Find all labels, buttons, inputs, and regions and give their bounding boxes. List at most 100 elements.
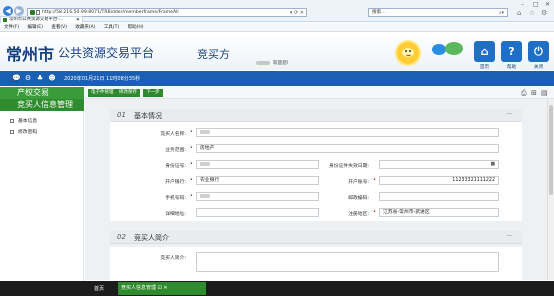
required-mark: • [190,130,193,135]
account-label: 开户账号: [348,180,369,185]
postcode-field[interactable] [379,192,499,201]
redacted-value [200,193,210,198]
region-value: 江苏省-常州市-武进区 [383,210,430,215]
section-number: 02 [117,233,126,241]
help-icon: ? [508,45,515,58]
scrollbar-thumb[interactable] [549,105,553,195]
minimize-icon[interactable]: – [521,1,524,8]
save-changes-button[interactable]: 修改保存 [116,89,140,97]
menu-help[interactable]: 帮助(H) [128,25,144,30]
scrollbar[interactable] [547,99,554,280]
menu-view[interactable]: 查看(V) [51,25,67,30]
address-text: http://58.216.50.99:8071/TRBidder/member… [42,10,179,15]
forward-button[interactable]: ▶ [14,6,24,16]
sidebar-item-basic-info[interactable]: 基本信息 [10,117,37,124]
bottom-tabbar [0,281,554,296]
help-button[interactable]: ? [501,41,522,62]
gear-icon[interactable]: ⚙ [24,74,32,82]
required-mark: • [373,210,376,215]
collapse-icon[interactable]: — [506,232,512,239]
bidder-name-field[interactable] [196,128,499,137]
sidebar-item-label: 修改密码 [18,130,38,135]
user-group-icon[interactable]: ♣ [36,74,44,82]
tab-favicon-icon [3,18,7,22]
scope-label: 业务范围: [165,148,186,153]
address-label: 详细地址: [165,212,186,217]
browser-tab[interactable]: 常州市公共资源交易平台-... ✕ [0,16,83,23]
close-window-icon[interactable]: ✕ [545,1,550,8]
print-icon[interactable]: ⎙ [521,89,527,98]
search-placeholder: 搜索... [372,10,386,15]
required-mark: • [190,178,193,183]
postcode-label: 邮政编码: [348,196,369,201]
required-mark: • [373,178,376,183]
welcome-text: 欢迎您! [256,60,289,66]
sun-mascot-icon [397,42,419,64]
required-mark: • [190,146,193,151]
e-document-button[interactable]: 电子件管理 [88,89,117,97]
menu-favorites[interactable]: 收藏夹(A) [75,25,95,30]
region-label: 注册地区: [348,212,369,217]
chat-icon[interactable]: 💬 [12,74,21,82]
region-select[interactable]: 江苏省-常州市-武进区 [379,208,499,217]
doc-icon [10,129,14,134]
name-label: 竞买人名称: [160,132,186,137]
calendar-icon[interactable]: ▦ [490,161,495,169]
refresh-icon[interactable]: ▾ ⟳ ✕ [290,9,304,17]
site-favicon-icon [30,10,35,15]
page-icon [36,10,40,15]
search-icon[interactable]: ⌕▾ [499,9,504,17]
export-icon[interactable]: ▤ [541,89,548,97]
required-mark: • [190,194,193,199]
user-role: 竞买方 [197,48,230,61]
business-scope-field[interactable]: 房地产 [196,144,499,153]
favorites-icon[interactable]: ☆ [529,9,535,17]
current-datetime: 2020年01月21日 11时08分35秒 [64,76,141,82]
bank-value: 农业银行 [200,178,220,183]
section-header-basic [110,109,522,122]
chat-bubbles-icon[interactable] [432,42,466,58]
home-browser-icon[interactable]: ⌂ [517,9,521,17]
redacted-value [200,129,210,134]
tree-icon[interactable]: ⊞ [531,89,537,97]
id-number-label: 身份证号: [165,164,186,169]
collapse-icon[interactable]: — [506,110,512,117]
intro-textarea[interactable] [196,252,499,272]
account-number-field[interactable]: 11233321111222 [379,176,499,185]
sidebar-group-bidder-info[interactable]: 竞买人信息管理 [0,99,84,111]
menu-tools[interactable]: 工具(T) [104,25,119,30]
section-title: 基本情况 [134,112,162,120]
bottom-tab-home[interactable]: 首页 [94,285,104,292]
id-expire-date-field[interactable]: ▦ [379,160,499,169]
settings-icon[interactable]: ⚙ [541,9,547,17]
exit-label[interactable]: 关闭 [528,64,549,70]
scope-value: 房地产 [200,146,215,151]
help-label[interactable]: 帮助 [501,64,522,70]
site-logo-platform: 公共资源交易平台 [58,46,155,60]
home-button[interactable]: ⌂ [474,41,495,62]
bottom-tab-bidder-info[interactable]: 竞买人信息管理 ⊡ ✕ [118,282,206,295]
welcome-label: 欢迎您! [273,61,289,66]
redacted-value [200,161,210,166]
bank-label: 开户银行: [165,180,186,185]
tab-title: 常州市公共资源交易平台-... [9,17,64,22]
menu-file[interactable]: 文件(F) [4,25,19,30]
intro-label: 竞买人简介: [160,256,186,261]
exit-button[interactable]: ⏻ [528,41,549,62]
sidebar-group-property-trade[interactable]: 产权交易 [0,87,84,99]
section-title: 竞买人简介 [134,234,169,242]
mobile-label: 手机号码: [165,196,186,201]
maximize-icon[interactable]: □ [533,1,539,8]
id-expire-label: 身份证件失效日期: [329,164,369,169]
menu-edit[interactable]: 编辑(E) [28,25,43,30]
required-mark: • [190,162,193,167]
section-number: 01 [117,111,126,119]
search-input[interactable]: 搜索... ⌕▾ [368,8,508,17]
next-step-button[interactable]: 下一步 [143,89,163,97]
sidebar-item-label: 基本信息 [18,119,38,124]
person-icon[interactable]: ☻ [48,74,56,82]
sidebar-item-change-password[interactable]: 修改密码 [10,128,37,135]
power-icon: ⏻ [534,45,543,58]
home-label[interactable]: 首页 [474,64,495,70]
back-button[interactable]: ◀ [3,6,13,16]
